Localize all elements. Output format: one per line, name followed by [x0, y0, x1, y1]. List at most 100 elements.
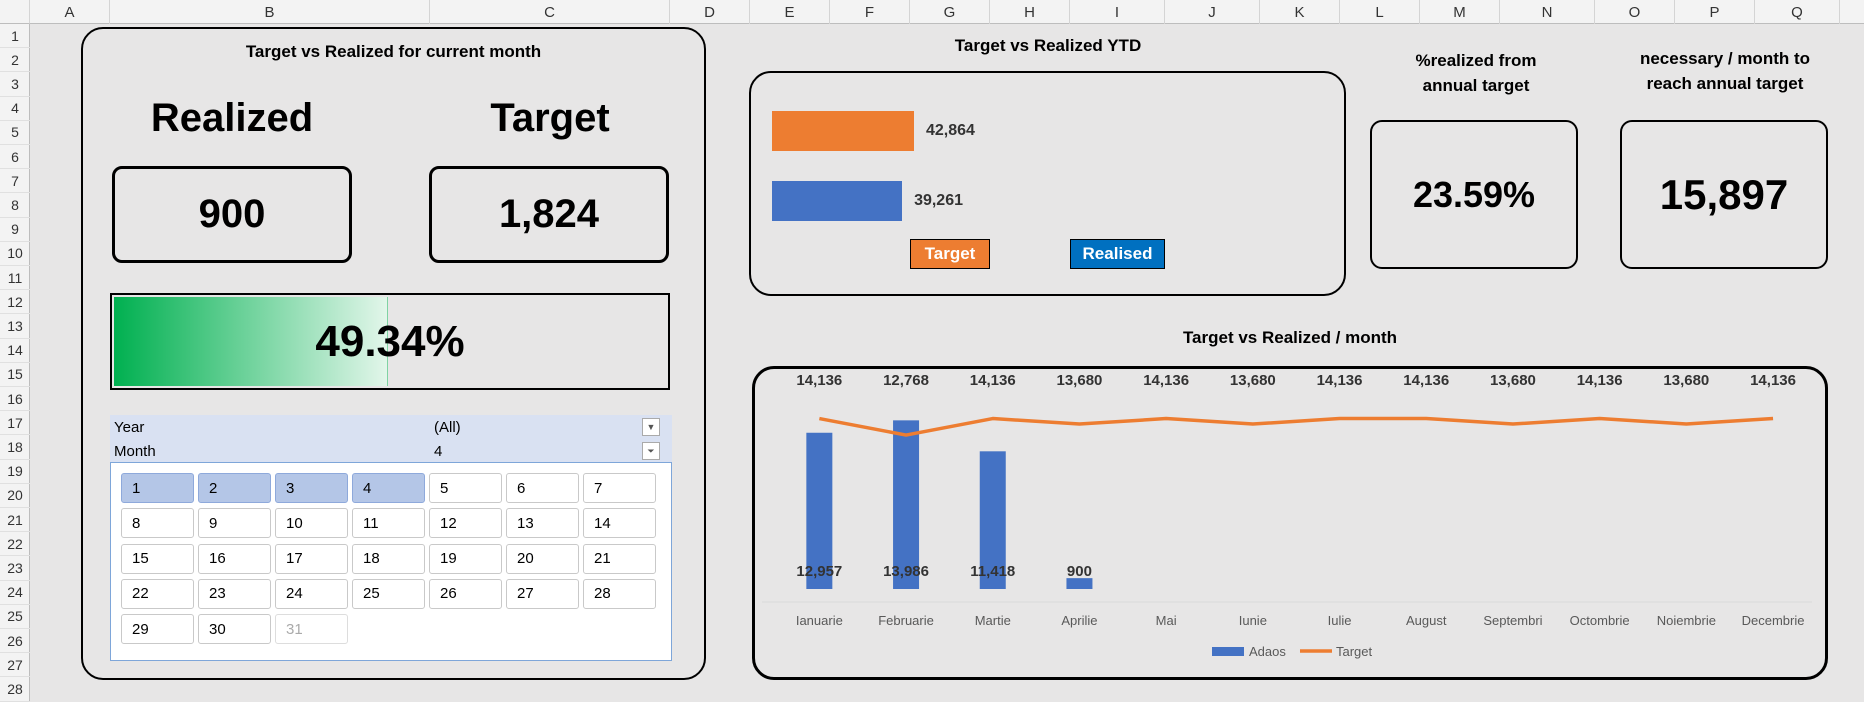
- legend-realised-button[interactable]: Realised: [1070, 239, 1165, 269]
- kpi-percent-title: %realized from annual target: [1370, 48, 1582, 98]
- column-header-g[interactable]: G: [910, 0, 990, 24]
- slicer-item-21[interactable]: 21: [583, 543, 656, 574]
- x-tick-septembri: Septembri: [1483, 613, 1542, 628]
- slicer-item-5[interactable]: 5: [429, 473, 502, 503]
- column-header-c[interactable]: C: [430, 0, 670, 24]
- row-header-9[interactable]: 9: [0, 218, 30, 242]
- slicer-item-15[interactable]: 15: [121, 543, 194, 574]
- slicer-item-3[interactable]: 3: [275, 473, 348, 503]
- row-header-15[interactable]: 15: [0, 363, 30, 387]
- slicer-item-30[interactable]: 30: [198, 614, 271, 645]
- slicer-item-26[interactable]: 26: [429, 578, 502, 609]
- bar-label-ianuarie: 12,957: [796, 563, 842, 580]
- slicer-item-11[interactable]: 11: [352, 508, 425, 539]
- row-header-23[interactable]: 23: [0, 556, 30, 581]
- column-header-i[interactable]: I: [1070, 0, 1165, 24]
- slicer-item-13[interactable]: 13: [506, 508, 579, 539]
- column-header-q[interactable]: Q: [1755, 0, 1840, 24]
- slicer-item-14[interactable]: 14: [583, 508, 656, 539]
- slicer-item-16[interactable]: 16: [198, 543, 271, 574]
- row-header-2[interactable]: 2: [0, 48, 30, 73]
- slicer-item-31[interactable]: 31: [275, 614, 348, 645]
- slicer-item-24[interactable]: 24: [275, 578, 348, 609]
- slicer-item-29[interactable]: 29: [121, 614, 194, 645]
- row-header-10[interactable]: 10: [0, 242, 30, 266]
- year-dropdown-icon[interactable]: ▼: [642, 418, 660, 436]
- row-header-14[interactable]: 14: [0, 339, 30, 363]
- row-header-13[interactable]: 13: [0, 314, 30, 339]
- month-filter-icon[interactable]: ⏷: [642, 442, 660, 460]
- target-value-box: 1,824: [429, 166, 669, 263]
- column-header-f[interactable]: F: [830, 0, 910, 24]
- month-panel-title: Target vs Realized for current month: [245, 42, 542, 61]
- target-label: Target: [490, 96, 610, 140]
- column-header-h[interactable]: H: [990, 0, 1070, 24]
- column-header-m[interactable]: M: [1420, 0, 1500, 24]
- row-header-6[interactable]: 6: [0, 145, 30, 170]
- kpi-percent-title-line1: %realized from: [1415, 51, 1537, 70]
- column-header-k[interactable]: K: [1260, 0, 1340, 24]
- slicer-item-6[interactable]: 6: [506, 473, 579, 503]
- slicer-item-23[interactable]: 23: [198, 578, 271, 609]
- row-header-16[interactable]: 16: [0, 387, 30, 412]
- row-header-7[interactable]: 7: [0, 169, 30, 194]
- row-header-28[interactable]: 28: [0, 677, 30, 702]
- row-header-26[interactable]: 26: [0, 629, 30, 654]
- column-header-b[interactable]: B: [110, 0, 430, 24]
- slicer-item-20[interactable]: 20: [506, 543, 579, 574]
- ytd-title: Target vs Realized YTD: [954, 36, 1142, 55]
- line-label-septembri: 13,680: [1490, 372, 1536, 389]
- row-header-24[interactable]: 24: [0, 581, 30, 605]
- column-header-e[interactable]: E: [750, 0, 830, 24]
- slicer-item-27[interactable]: 27: [506, 578, 579, 609]
- column-header-j[interactable]: J: [1165, 0, 1260, 24]
- ytd-target-value: 42,864: [926, 122, 975, 139]
- kpi-percent-value: 23.59%: [1412, 173, 1536, 215]
- slicer-item-25[interactable]: 25: [352, 578, 425, 609]
- slicer-item-10[interactable]: 10: [275, 508, 348, 539]
- column-header-n[interactable]: N: [1500, 0, 1595, 24]
- column-header-p[interactable]: P: [1675, 0, 1755, 24]
- slicer-item-28[interactable]: 28: [583, 578, 656, 609]
- legend-target-button[interactable]: Target: [910, 239, 990, 269]
- slicer-item-18[interactable]: 18: [352, 543, 425, 574]
- row-header-21[interactable]: 21: [0, 508, 30, 533]
- slicer-item-22[interactable]: 22: [121, 578, 194, 609]
- row-header-8[interactable]: 8: [0, 193, 30, 218]
- row-header-11[interactable]: 11: [0, 266, 30, 291]
- slicer-item-1[interactable]: 1: [121, 473, 194, 503]
- slicer-item-8[interactable]: 8: [121, 508, 194, 539]
- row-header-1[interactable]: 1: [0, 24, 30, 49]
- realized-value-box: 900: [112, 166, 352, 263]
- row-header-3[interactable]: 3: [0, 72, 30, 97]
- slicer-item-12[interactable]: 12: [429, 508, 502, 539]
- slicer-item-4[interactable]: 4: [352, 473, 425, 503]
- column-header-l[interactable]: L: [1340, 0, 1420, 24]
- row-header-19[interactable]: 19: [0, 460, 30, 484]
- ytd-target-bar: [772, 111, 914, 151]
- row-header-18[interactable]: 18: [0, 435, 30, 460]
- row-header-17[interactable]: 17: [0, 411, 30, 436]
- slicer-item-7[interactable]: 7: [583, 473, 656, 503]
- column-header-o[interactable]: O: [1595, 0, 1675, 24]
- line-label-aprilie: 13,680: [1057, 372, 1103, 389]
- row-header-25[interactable]: 25: [0, 605, 30, 629]
- row-header-4[interactable]: 4: [0, 97, 30, 121]
- row-header-27[interactable]: 27: [0, 653, 30, 678]
- row-header-20[interactable]: 20: [0, 484, 30, 508]
- row-header-12[interactable]: 12: [0, 290, 30, 315]
- slicer-item-19[interactable]: 19: [429, 543, 502, 574]
- slicer-item-17[interactable]: 17: [275, 543, 348, 574]
- column-header-a[interactable]: A: [30, 0, 110, 24]
- row-header-22[interactable]: 22: [0, 532, 30, 557]
- column-header-d[interactable]: D: [670, 0, 750, 24]
- kpi-necessary-title-line1: necessary / month to: [1639, 49, 1811, 68]
- bar-label-februarie: 13,986: [883, 563, 929, 580]
- select-all-corner[interactable]: [0, 0, 30, 24]
- row-headers: 1 2 3 4 5 6 7 8 9 10 11 12 13 14 15 16 17 18 19 20 21 22 23 24 2…: [0, 24, 30, 702]
- slicer-item-2[interactable]: 2: [198, 473, 271, 503]
- ytd-realised-value: 39,261: [914, 192, 963, 209]
- row-header-5[interactable]: 5: [0, 121, 30, 145]
- slicer-item-9[interactable]: 9: [198, 508, 271, 539]
- x-tick-decembrie: Decembrie: [1742, 613, 1805, 628]
